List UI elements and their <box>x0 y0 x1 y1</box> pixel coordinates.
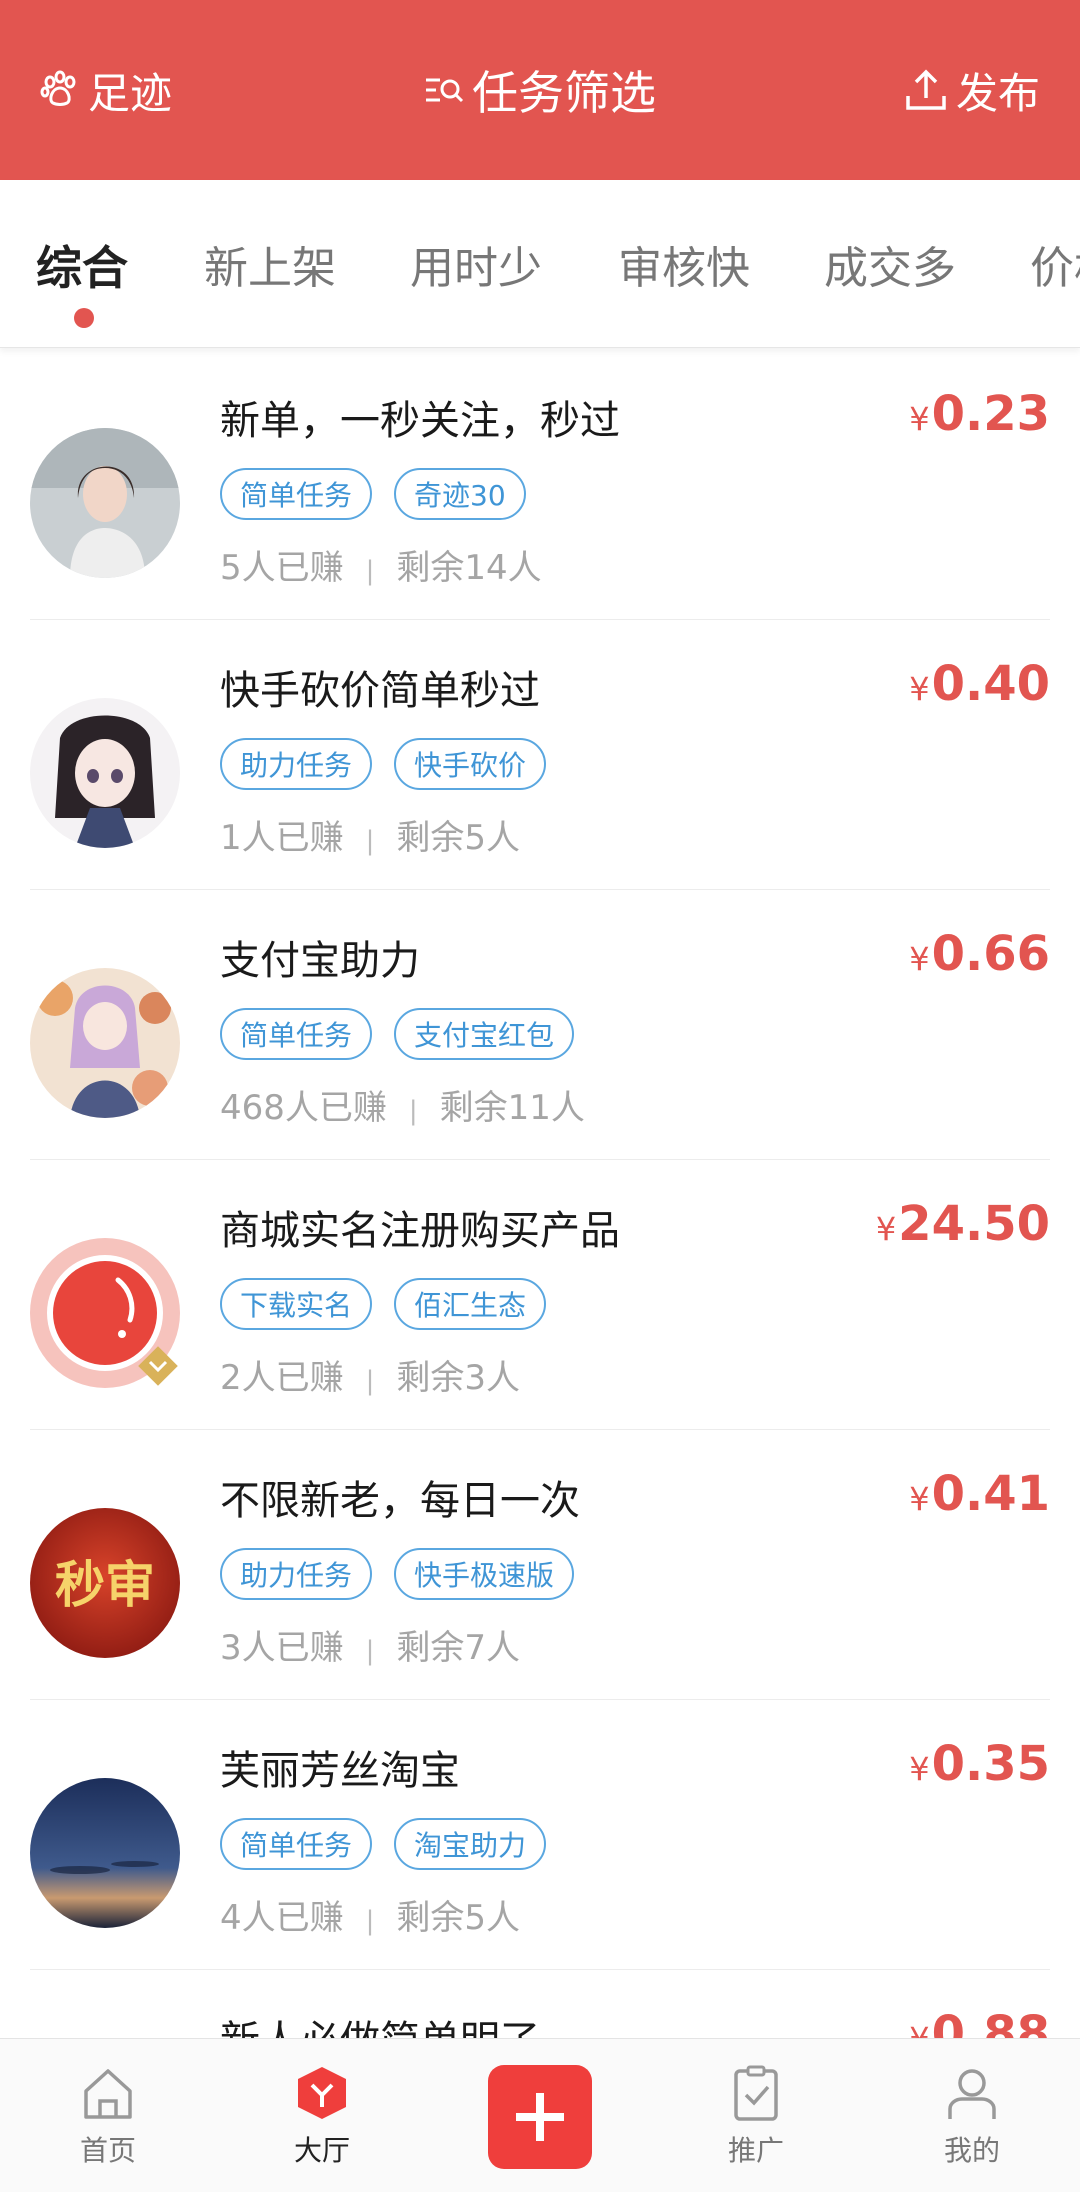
task-row[interactable]: 新单，一秒关注，秒过 ¥0.23 简单任务 奇迹30 5人已赚 | 剩余14人 <box>0 350 1080 620</box>
tab-new[interactable]: 新上架 <box>204 232 336 296</box>
clipboard-check-icon <box>734 2065 778 2121</box>
task-tag: 简单任务 <box>220 1818 373 1870</box>
task-avatar <box>30 428 180 578</box>
task-tags: 简单任务 奇迹30 <box>220 468 548 520</box>
publish-plus-button[interactable] <box>488 2065 592 2169</box>
plus-icon <box>516 2093 564 2141</box>
task-tag: 淘宝助力 <box>394 1818 547 1870</box>
task-avatar <box>30 1238 180 1388</box>
nav-label: 推广 <box>727 2134 784 2167</box>
task-avatar <box>30 1778 180 1928</box>
upload-icon <box>906 69 946 110</box>
task-stats: 5人已赚 | 剩余14人 <box>220 548 542 588</box>
task-avatar <box>30 968 180 1118</box>
task-title: 商城实名注册购买产品 <box>220 1208 620 1254</box>
active-tab-indicator <box>74 308 94 328</box>
tab-less-time[interactable]: 用时少 <box>410 232 542 296</box>
task-row[interactable]: 商城实名注册购买产品 ¥24.50 下载实名 佰汇生态 2人已赚 | 剩余3人 <box>0 1160 1080 1430</box>
page-title: 任务筛选 <box>472 66 656 120</box>
task-tag: 支付宝红包 <box>394 1008 575 1060</box>
home-icon <box>84 2069 132 2119</box>
user-icon <box>948 2069 996 2119</box>
task-row[interactable]: 快手砍价简单秒过 ¥0.40 助力任务 快手砍价 1人已赚 | 剩余5人 <box>0 620 1080 890</box>
avatar-text: 秒审 <box>55 1556 155 1614</box>
tab-fast-review[interactable]: 审核快 <box>618 232 750 296</box>
task-tags: 助力任务 快手砍价 <box>220 738 568 790</box>
sort-tabs: 综合 新上架 用时少 审核快 成交多 价格 <box>0 180 1080 348</box>
verified-badge-icon <box>138 1346 178 1386</box>
task-price: ¥0.88 <box>909 2006 1050 2038</box>
nav-promote[interactable]: 推广 <box>656 2039 856 2192</box>
task-tag: 简单任务 <box>220 468 373 520</box>
task-tags: 下载实名 佰汇生态 <box>220 1278 568 1330</box>
task-stats: 1人已赚 | 剩余5人 <box>220 818 521 858</box>
task-tag: 简单任务 <box>220 1008 373 1060</box>
task-tag: 佰汇生态 <box>394 1278 547 1330</box>
task-price: ¥0.40 <box>909 656 1050 712</box>
tab-most-deals[interactable]: 成交多 <box>824 232 956 296</box>
tab-price[interactable]: 价格 <box>1030 232 1080 296</box>
bottom-nav: 首页 大厅 推广 我的 <box>0 2038 1080 2192</box>
task-title: 芙丽芳丝淘宝 <box>220 1748 460 1794</box>
task-tag: 下载实名 <box>220 1278 373 1330</box>
tab-comprehensive[interactable]: 综合 <box>36 232 128 298</box>
task-price: ¥0.66 <box>909 926 1050 982</box>
task-stats: 4人已赚 | 剩余5人 <box>220 1898 521 1938</box>
task-row[interactable]: 芙丽芳丝淘宝 ¥0.35 简单任务 淘宝助力 4人已赚 | 剩余5人 <box>0 1700 1080 1970</box>
task-tag: 助力任务 <box>220 1548 373 1600</box>
task-row[interactable]: 新人必做简单明了 ¥0.88 <box>0 1970 1080 2038</box>
task-title: 不限新老，每日一次 <box>220 1478 580 1524</box>
filter-search-icon <box>426 78 464 103</box>
hall-icon <box>298 2067 346 2119</box>
task-list: 新单，一秒关注，秒过 ¥0.23 简单任务 奇迹30 5人已赚 | 剩余14人 快手… <box>0 350 1080 2038</box>
nav-home[interactable]: 首页 <box>8 2039 208 2192</box>
task-price: ¥0.41 <box>909 1466 1050 1522</box>
task-tag: 快手砍价 <box>394 738 547 790</box>
publish-label: 发布 <box>955 68 1040 118</box>
task-tags: 简单任务 淘宝助力 <box>220 1818 568 1870</box>
task-row[interactable]: 秒审 不限新老，每日一次 ¥0.41 助力任务 快手极速版 3人已赚 | 剩余7人 <box>0 1430 1080 1700</box>
task-title: 支付宝助力 <box>220 938 420 984</box>
task-title: 新单，一秒关注，秒过 <box>220 398 620 444</box>
publish-button[interactable]: 发布 <box>904 0 1040 180</box>
task-tags: 简单任务 支付宝红包 <box>220 1008 596 1060</box>
task-avatar <box>30 698 180 848</box>
nav-label: 大厅 <box>293 2134 350 2167</box>
task-price: ¥24.50 <box>875 1196 1050 1252</box>
task-price: ¥0.35 <box>909 1736 1050 1792</box>
nav-label: 我的 <box>943 2134 1000 2167</box>
nav-hall[interactable]: 大厅 <box>222 2039 422 2192</box>
task-stats: 3人已赚 | 剩余7人 <box>220 1628 521 1668</box>
top-header: 足迹 任务筛选 发布 <box>0 0 1080 180</box>
task-avatar: 秒审 <box>30 1508 180 1658</box>
task-tag: 奇迹30 <box>394 468 526 520</box>
task-title: 新人必做简单明了 <box>220 2008 540 2038</box>
nav-mine[interactable]: 我的 <box>872 2039 1072 2192</box>
task-stats: 468人已赚 | 剩余11人 <box>220 1088 585 1128</box>
task-price: ¥0.23 <box>909 386 1050 442</box>
task-row[interactable]: 支付宝助力 ¥0.66 简单任务 支付宝红包 468人已赚 | 剩余11人 <box>0 890 1080 1160</box>
task-tag: 助力任务 <box>220 738 373 790</box>
task-tag: 快手极速版 <box>394 1548 575 1600</box>
nav-label: 首页 <box>79 2134 136 2167</box>
task-stats: 2人已赚 | 剩余3人 <box>220 1358 521 1398</box>
task-tags: 助力任务 快手极速版 <box>220 1548 596 1600</box>
task-title: 快手砍价简单秒过 <box>220 668 540 714</box>
